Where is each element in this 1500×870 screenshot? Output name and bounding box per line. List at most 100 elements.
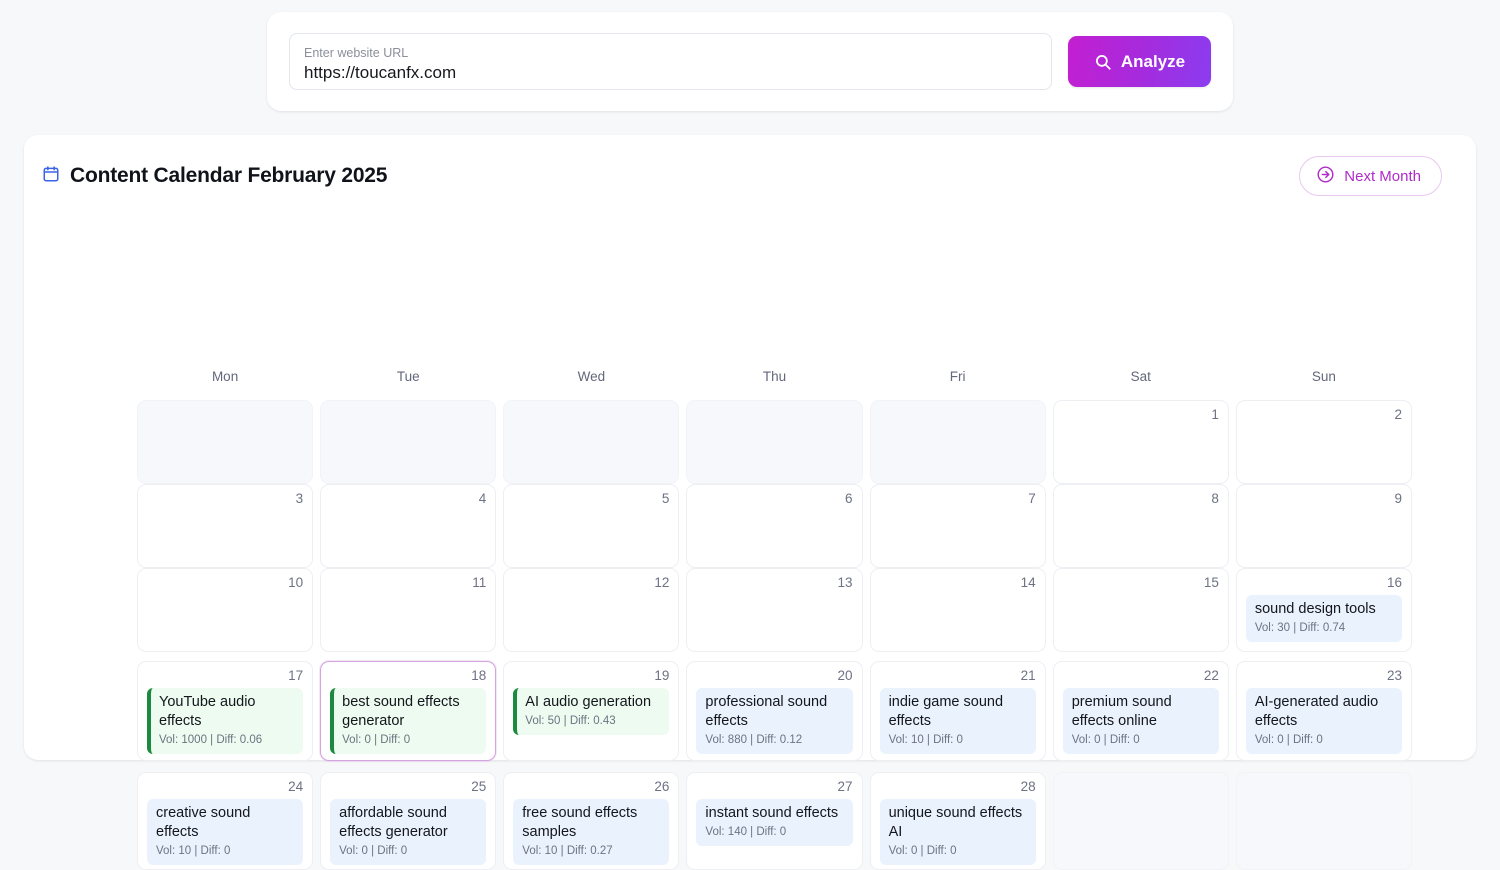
calendar-day-cell[interactable]: 7: [869, 484, 1046, 568]
calendar-day-cell[interactable]: 27 instant sound effects Vol: 140 | Diff: …: [686, 772, 863, 870]
calendar-day-cell[interactable]: 24 creative sound effects Vol: 10 | Diff: …: [137, 772, 314, 870]
calendar-day-cell[interactable]: 5: [503, 484, 680, 568]
keyword-event[interactable]: unique sound effects AI Vol: 0 | Diff: 0: [879, 799, 1036, 865]
day-number: 15: [1203, 575, 1219, 590]
keyword-title: best sound effects generator: [342, 694, 460, 729]
day-number: 12: [654, 575, 670, 590]
calendar-day-cell[interactable]: 14: [869, 568, 1046, 652]
day-number: 24: [288, 779, 304, 794]
calendar-day-cell[interactable]: 28 unique sound effects AI Vol: 0 | Diff: …: [869, 772, 1046, 870]
keyword-event[interactable]: affordable sound effects generator Vol: 0…: [330, 799, 487, 865]
weekday-label-thu: Thu: [762, 369, 787, 384]
keyword-metrics: Vol: 10 | Diff: 0.27: [522, 845, 613, 857]
day-number: 20: [837, 668, 853, 683]
calendar-week-row: 24 creative sound effects Vol: 10 | Diff: …: [137, 772, 1412, 870]
calendar-week-row: 12: [137, 400, 1412, 484]
keyword-event[interactable]: free sound effects samples Vol: 10 | Diff…: [513, 799, 670, 865]
calendar-week-row: 17 YouTube audio effects Vol: 1000 | Diff:…: [137, 661, 1412, 761]
day-number: 21: [1020, 668, 1036, 683]
day-number: 6: [845, 491, 853, 506]
calendar-day-cell[interactable]: 4: [320, 484, 497, 568]
calendar-day-cell[interactable]: 6: [686, 484, 863, 568]
day-number: 22: [1203, 668, 1219, 683]
calendar-day-empty: [1052, 772, 1229, 870]
url-analyzer-card: Enter website URL https://toucanfx.com A…: [267, 12, 1233, 111]
calendar-day-cell[interactable]: 2: [1235, 400, 1412, 484]
analyze-button[interactable]: Analyze: [1068, 36, 1211, 87]
day-number: 10: [288, 575, 304, 590]
calendar-week-row: 10 11 12 13 14 15 16 sound design tools Vol: 30 …: [137, 568, 1412, 652]
calendar-day-cell[interactable]: 10: [137, 568, 314, 652]
weekday-label-tue: Tue: [396, 369, 420, 384]
keyword-event[interactable]: AI audio generation Vol: 50 | Diff: 0.43: [513, 688, 670, 735]
weekday-label-fri: Fri: [949, 369, 966, 384]
calendar-day-cell[interactable]: 18 best sound effects generator Vol: 0 | D…: [320, 661, 497, 761]
calendar-day-cell[interactable]: 3: [137, 484, 314, 568]
keyword-title: AI-generated audio effects: [1254, 694, 1379, 729]
day-number: 18: [471, 668, 487, 683]
keyword-metrics: Vol: 0 | Diff: 0: [339, 845, 408, 857]
calendar-day-cell[interactable]: 20 professional sound effects Vol: 880 | D…: [686, 661, 863, 761]
calendar-day-cell[interactable]: 26 free sound effects samples Vol: 10 | Di…: [503, 772, 680, 870]
keyword-event[interactable]: indie game sound effects Vol: 10 | Diff: …: [879, 688, 1036, 754]
keyword-metrics: Vol: 50 | Diff: 0.43: [525, 715, 616, 727]
calendar-day-cell[interactable]: 12: [503, 568, 680, 652]
day-number: 17: [288, 668, 304, 683]
calendar-day-cell[interactable]: 15: [1052, 568, 1229, 652]
calendar-day-empty: [137, 400, 314, 484]
keyword-event[interactable]: best sound effects generator Vol: 0 | Dif…: [330, 688, 487, 754]
calendar-day-empty: [1235, 772, 1412, 870]
day-number: 28: [1020, 779, 1036, 794]
keyword-title: premium sound effects online: [1071, 694, 1172, 729]
keyword-metrics: Vol: 0 | Diff: 0: [888, 845, 957, 857]
search-icon: [1094, 53, 1112, 71]
keyword-title: unique sound effects AI: [888, 805, 1023, 840]
keyword-event[interactable]: creative sound effects Vol: 10 | Diff: 0: [147, 799, 304, 865]
website-url-field[interactable]: Enter website URL https://toucanfx.com: [289, 33, 1052, 90]
website-url-label: Enter website URL: [304, 46, 409, 60]
day-number: 9: [1394, 491, 1402, 506]
day-number: 14: [1020, 575, 1036, 590]
keyword-metrics: Vol: 880 | Diff: 0.12: [705, 734, 803, 746]
calendar-day-cell[interactable]: 23 AI-generated audio effects Vol: 0 | Dif…: [1235, 661, 1412, 761]
calendar-day-cell[interactable]: 19 AI audio generation Vol: 50 | Diff: 0.4…: [503, 661, 680, 761]
day-number: 25: [471, 779, 487, 794]
keyword-title: professional sound effects: [705, 694, 828, 729]
keyword-metrics: Vol: 1000 | Diff: 0.06: [159, 734, 263, 746]
calendar-day-empty: [503, 400, 680, 484]
calendar-day-cell[interactable]: 22 premium sound effects online Vol: 0 | D…: [1052, 661, 1229, 761]
keyword-title: affordable sound effects generator: [339, 805, 448, 840]
keyword-event[interactable]: instant sound effects Vol: 140 | Diff: 0: [696, 799, 853, 846]
keyword-title: AI audio generation: [525, 694, 652, 710]
calendar-day-cell[interactable]: 8: [1052, 484, 1229, 568]
keyword-event[interactable]: AI-generated audio effects Vol: 0 | Diff:…: [1245, 688, 1402, 754]
calendar-day-cell[interactable]: 13: [686, 568, 863, 652]
day-number: 13: [837, 575, 853, 590]
calendar-day-cell[interactable]: 1: [1052, 400, 1229, 484]
website-url-input[interactable]: https://toucanfx.com: [304, 62, 1037, 84]
keyword-metrics: Vol: 0 | Diff: 0: [1254, 734, 1323, 746]
calendar-day-cell[interactable]: 11: [320, 568, 497, 652]
keyword-metrics: Vol: 10 | Diff: 0: [156, 845, 231, 857]
day-number: 11: [472, 575, 487, 590]
content-calendar-card: Content Calendar February 2025 Next Mont…: [24, 135, 1476, 870]
calendar-day-cell[interactable]: 25 affordable sound effects generator Vol:…: [320, 772, 497, 870]
calendar-day-cell[interactable]: 21 indie game sound effects Vol: 10 | Diff…: [869, 661, 1046, 761]
keyword-event[interactable]: YouTube audio effects Vol: 1000 | Diff: 0…: [147, 688, 304, 754]
keyword-event[interactable]: professional sound effects Vol: 880 | Dif…: [696, 688, 853, 754]
day-number: 27: [837, 779, 853, 794]
calendar-day-empty: [686, 400, 863, 484]
weekday-label-wed: Wed: [577, 369, 606, 384]
calendar-day-cell[interactable]: 16 sound design tools Vol: 30 | Diff: 0.74: [1235, 568, 1412, 652]
arrow-right-circle-icon: [1316, 165, 1335, 188]
keyword-event[interactable]: premium sound effects online Vol: 0 | Dif…: [1062, 688, 1219, 754]
day-number: 8: [1211, 491, 1219, 506]
day-number: 23: [1386, 668, 1402, 683]
keyword-metrics: Vol: 0 | Diff: 0: [1071, 734, 1140, 746]
keyword-title: free sound effects samples: [522, 805, 638, 840]
keyword-event[interactable]: sound design tools Vol: 30 | Diff: 0.74: [1245, 595, 1402, 642]
calendar-day-cell[interactable]: 17 YouTube audio effects Vol: 1000 | Diff:…: [137, 661, 314, 761]
calendar-day-cell[interactable]: 9: [1235, 484, 1412, 568]
next-month-button[interactable]: Next Month: [1299, 156, 1442, 196]
keyword-title: sound design tools: [1254, 601, 1376, 617]
